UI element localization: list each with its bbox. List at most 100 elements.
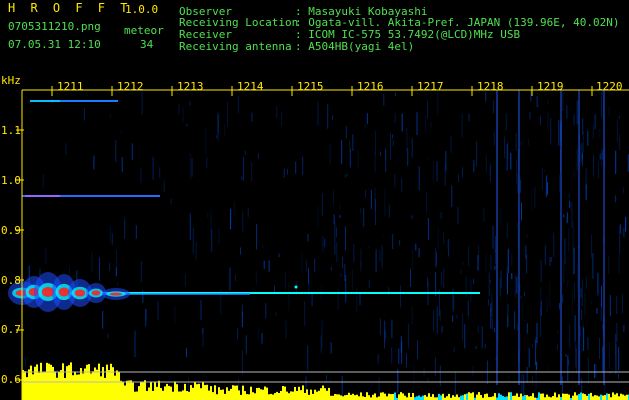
noise-streak: [535, 367, 537, 390]
noise-streak: [544, 169, 546, 173]
noise-streak: [575, 342, 577, 369]
level-bar: [358, 396, 360, 400]
noise-streak: [392, 134, 394, 139]
noise-streak: [622, 187, 624, 194]
noise-streak: [224, 123, 226, 137]
level-bar: [166, 383, 168, 400]
noise-streak: [295, 161, 297, 174]
noise-streak: [505, 113, 507, 131]
noise-streak: [237, 95, 239, 113]
level-bar: [568, 394, 570, 400]
noise-streak: [276, 106, 278, 119]
noise-streak: [615, 150, 617, 175]
noise-streak: [230, 208, 232, 230]
level-bar: [460, 395, 462, 400]
noise-streak: [546, 297, 548, 313]
noise-streak: [233, 201, 235, 216]
level-bar: [558, 394, 560, 400]
noise-streak: [102, 311, 104, 329]
level-bar: [136, 391, 138, 400]
level-bar: [230, 388, 232, 400]
noise-streak: [140, 261, 142, 283]
noise-streak: [615, 345, 617, 371]
level-bar: [182, 390, 184, 400]
noise-streak: [357, 149, 359, 169]
level-bar: [620, 393, 622, 400]
level-bar: [204, 385, 206, 400]
noise-streak: [384, 188, 386, 217]
noise-streak: [467, 300, 469, 317]
level-bar: [618, 396, 620, 400]
noise-streak: [571, 291, 573, 316]
noise-streak: [492, 100, 494, 114]
noise-streak: [492, 225, 494, 249]
level-bar: [176, 384, 178, 400]
level-bar: [262, 389, 264, 400]
noise-streak: [242, 212, 244, 233]
noise-streak: [109, 113, 111, 119]
level-bar: [512, 395, 514, 400]
echo-blob: [91, 290, 101, 296]
noise-streak: [261, 333, 263, 344]
level-bar: [214, 385, 216, 400]
echo-blob: [58, 287, 70, 297]
noise-streak: [257, 326, 259, 341]
level-bar: [600, 394, 602, 400]
level-bar: [134, 391, 136, 400]
noise-streak: [619, 134, 621, 150]
noise-streak: [375, 199, 376, 225]
noise-streak: [444, 163, 446, 186]
noise-streak: [380, 151, 382, 157]
level-bar: [222, 389, 224, 400]
level-bar: [120, 380, 122, 400]
noise-streak: [432, 161, 434, 183]
noise-streak: [568, 227, 570, 252]
noise-streak: [405, 353, 407, 368]
level-bar: [274, 393, 276, 400]
noise-streak: [523, 319, 525, 322]
level-bar: [422, 395, 424, 400]
level-bar: [290, 391, 292, 400]
noise-streak: [378, 377, 380, 394]
level-bar: [400, 392, 402, 400]
noise-streak: [507, 315, 508, 327]
level-bar: [44, 372, 46, 400]
noise-streak: [268, 260, 270, 272]
noise-streak: [406, 127, 408, 152]
noise-streak: [425, 115, 427, 133]
noise-streak: [594, 114, 596, 129]
level-bar: [466, 393, 468, 400]
level-bar: [180, 391, 182, 400]
noise-streak: [514, 311, 516, 330]
noise-streak: [569, 200, 571, 209]
noise-streak: [485, 155, 487, 173]
level-bar: [104, 377, 106, 400]
noise-streak: [98, 257, 100, 281]
noise-streak: [170, 199, 172, 204]
noise-streak: [195, 242, 197, 261]
noise-streak: [587, 357, 589, 384]
level-bar: [378, 396, 380, 400]
level-bar: [462, 395, 464, 400]
noise-streak: [515, 132, 517, 151]
noise-streak: [45, 248, 47, 264]
level-bar: [142, 382, 144, 400]
noise-streak: [435, 252, 437, 267]
noise-streak: [345, 274, 347, 303]
noise-streak: [528, 348, 530, 368]
noise-streak: [517, 323, 518, 331]
noise-streak: [416, 112, 418, 136]
level-bar: [624, 395, 626, 400]
noise-streak: [468, 113, 470, 122]
noise-streak: [440, 212, 442, 220]
noise-streak: [285, 320, 287, 339]
interference-line: [578, 90, 580, 385]
level-bar: [276, 391, 278, 400]
noise-streak: [521, 202, 522, 221]
noise-streak: [391, 319, 393, 339]
level-bar: [402, 393, 404, 400]
level-bar: [250, 386, 252, 400]
noise-streak: [265, 303, 267, 319]
noise-streak: [524, 292, 525, 296]
noise-streak: [394, 92, 396, 97]
